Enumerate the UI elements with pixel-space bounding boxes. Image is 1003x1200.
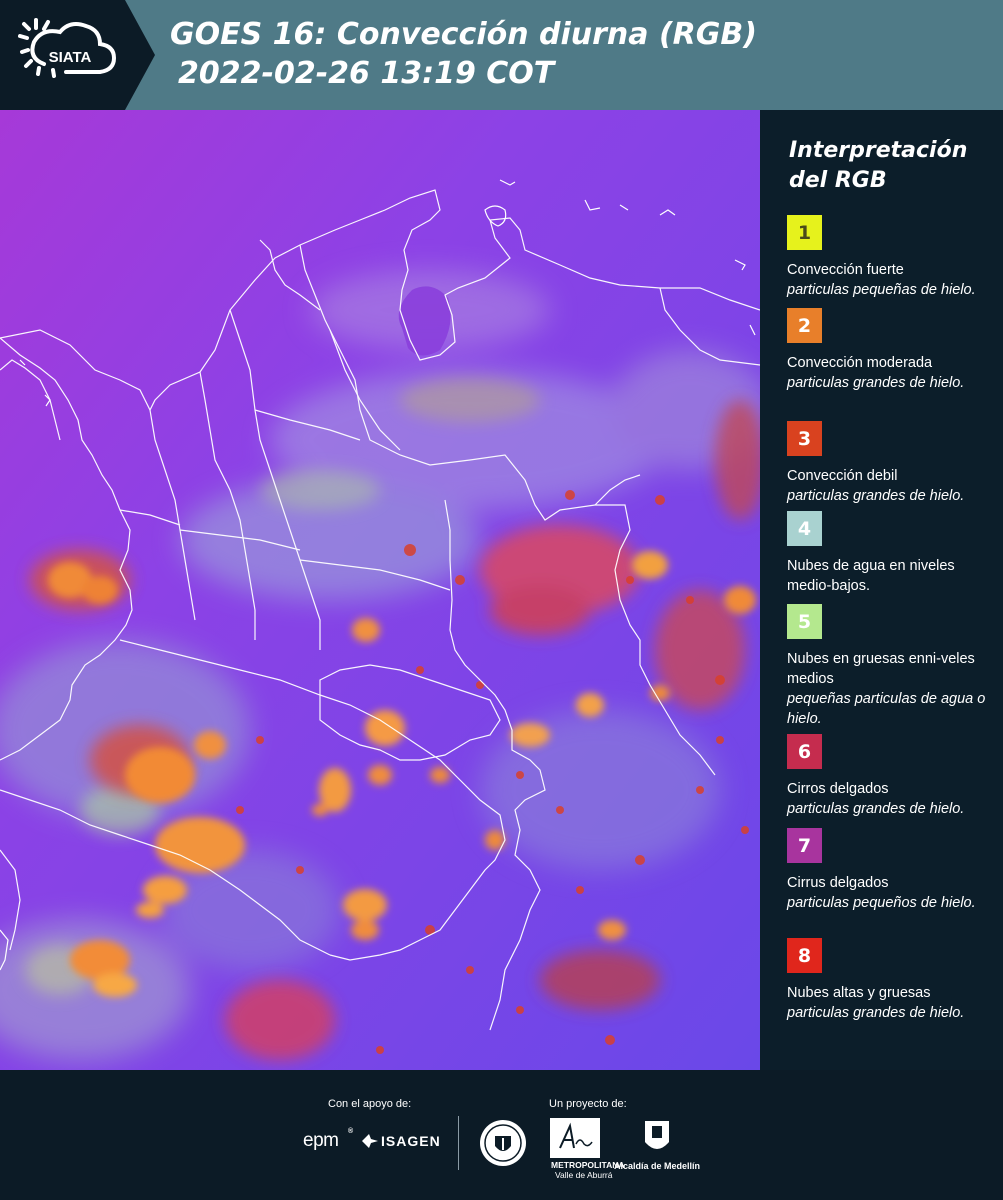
legend-swatch: 7 bbox=[787, 828, 822, 863]
legend-item: 7 Cirrus delgados particulas pequeños de h… bbox=[787, 828, 999, 913]
legend-item-description: particulas grandes de hielo. bbox=[787, 1005, 965, 1021]
legend-item-description: particulas grandes de hielo. bbox=[787, 488, 965, 504]
legend-swatch: 4 bbox=[787, 511, 822, 546]
legend-item-description: pequeñas particulas de agua o hielo. bbox=[787, 691, 986, 727]
legend-item-name: Nubes altas y gruesas bbox=[787, 985, 931, 1001]
rgb-satellite-image bbox=[0, 110, 760, 1070]
legend-swatch: 6 bbox=[787, 734, 822, 769]
legend-item: 2 Convección moderada particulas grandes d… bbox=[787, 308, 999, 393]
legend-item-name: Convección moderada bbox=[787, 355, 933, 371]
legend-item-name: Cirros delgados bbox=[787, 781, 889, 797]
support-label: Con el apoyo de: bbox=[328, 1098, 412, 1110]
isagen-logo: ISAGEN bbox=[381, 1133, 441, 1149]
map-title: GOES 16: Convección diurna (RGB) bbox=[170, 17, 757, 52]
satellite-map bbox=[0, 110, 760, 1070]
legend-swatch: 3 bbox=[787, 421, 822, 456]
legend-swatch: 2 bbox=[787, 308, 822, 343]
legend-item: 1 Convección fuerte particulas pequeñas de… bbox=[787, 215, 999, 300]
legend-item-name: Convección fuerte bbox=[787, 262, 904, 278]
map-timestamp: 2022-02-26 13:19 COT bbox=[178, 56, 555, 91]
legend-item: 8 Nubes altas y gruesas particulas grandes… bbox=[787, 938, 999, 1023]
legend-item: 5 Nubes en gruesas enni-veles medios peque… bbox=[787, 604, 999, 729]
legend-item-name: Cirrus delgados bbox=[787, 875, 889, 891]
legend-item-name: Nubes de agua en niveles medio-bajos. bbox=[787, 558, 955, 594]
siata-logo: SIATA bbox=[0, 0, 155, 110]
legend-item: 4 Nubes de agua en niveles medio-bajos. bbox=[787, 511, 999, 596]
header-bar: SIATA GOES 16: Convección diurna (RGB) 2… bbox=[0, 0, 1003, 110]
legend-item: 6 Cirros delgados particulas grandes de hi… bbox=[787, 734, 999, 819]
epm-logo: epm bbox=[303, 1130, 339, 1151]
footer-bar: Con el apoyo de: Un proyecto de: epm ® I… bbox=[0, 1070, 1003, 1200]
legend-swatch: 8 bbox=[787, 938, 822, 973]
sun-cloud-icon: SIATA bbox=[18, 18, 117, 78]
medellin-shield-icon bbox=[645, 1121, 669, 1149]
registered-icon: ® bbox=[348, 1128, 354, 1135]
legend-swatch: 5 bbox=[787, 604, 822, 639]
area-metropolitana-icon bbox=[550, 1118, 600, 1158]
project-label: Un proyecto de: bbox=[549, 1098, 627, 1110]
legend-swatch: 1 bbox=[787, 215, 822, 250]
legend-item-description: particulas pequeños de hielo. bbox=[787, 895, 976, 911]
legend-title: Interpretación del RGB bbox=[789, 138, 968, 193]
rgb-legend: Interpretación del RGB 1 Convección fuert… bbox=[760, 110, 1003, 1070]
legend-item-name: Convección debil bbox=[787, 468, 898, 484]
svg-text:SIATA: SIATA bbox=[49, 49, 92, 66]
footer-divider bbox=[458, 1116, 459, 1170]
legend-item-description: particulas grandes de hielo. bbox=[787, 375, 965, 391]
legend-item-description: particulas pequeñas de hielo. bbox=[787, 282, 976, 298]
valle-caption: Valle de Aburrá bbox=[555, 1170, 613, 1180]
legend-item: 3 Convección debil particulas grandes de h… bbox=[787, 421, 999, 506]
legend-item-name: Nubes en gruesas enni-veles medios bbox=[787, 651, 975, 687]
medellin-caption: Alcaldía de Medellín bbox=[614, 1161, 701, 1171]
isagen-icon bbox=[362, 1134, 378, 1148]
university-seal-icon bbox=[480, 1120, 526, 1166]
legend-item-description: particulas grandes de hielo. bbox=[787, 801, 965, 817]
